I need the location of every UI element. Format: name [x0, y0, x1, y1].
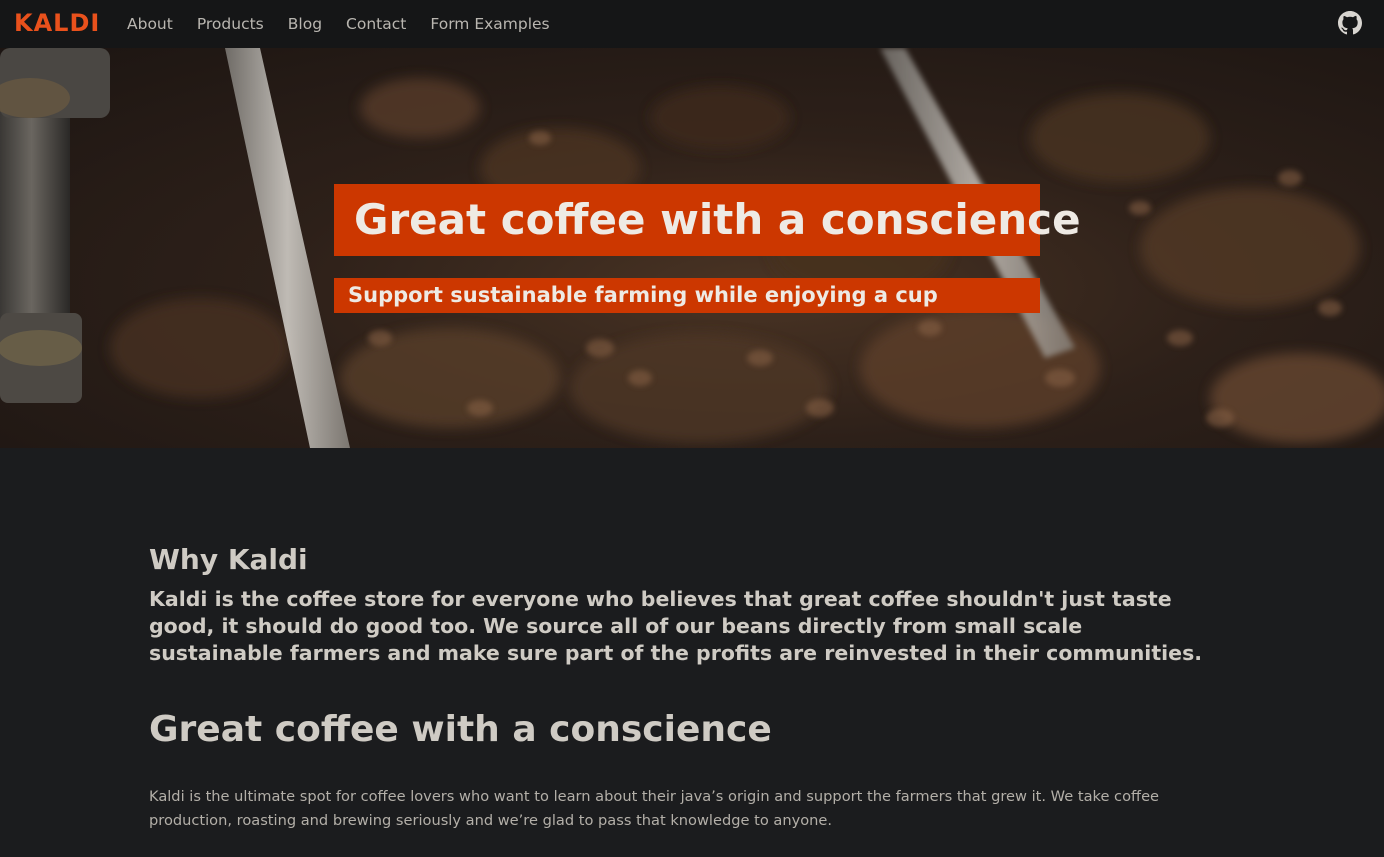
nav-links: About Products Blog Contact Form Example… [127, 0, 574, 48]
hero-banner: Great coffee with a conscience Support s… [0, 48, 1384, 448]
navbar: KALDI About Products Blog Contact Form E… [0, 0, 1384, 48]
brand-logo[interactable]: KALDI [14, 8, 100, 38]
why-heading: Why Kaldi [149, 543, 308, 576]
main-content: Why Kaldi Kaldi is the coffee store for … [149, 540, 1219, 833]
hero-title: Great coffee with a conscience [334, 184, 1081, 256]
hero-subtitle: Support sustainable farming while enjoyi… [334, 278, 1040, 313]
nav-link-about[interactable]: About [127, 15, 173, 33]
why-description: Kaldi is the coffee store for everyone w… [149, 587, 1203, 665]
nav-link-blog[interactable]: Blog [288, 15, 322, 33]
nav-link-form-examples[interactable]: Form Examples [430, 15, 549, 33]
intro-text: Kaldi is the ultimate spot for coffee lo… [149, 788, 1160, 829]
github-icon[interactable] [1338, 11, 1362, 35]
nav-link-products[interactable]: Products [197, 15, 264, 33]
nav-link-contact[interactable]: Contact [346, 15, 406, 33]
intro-heading: Great coffee with a conscience [149, 709, 772, 750]
